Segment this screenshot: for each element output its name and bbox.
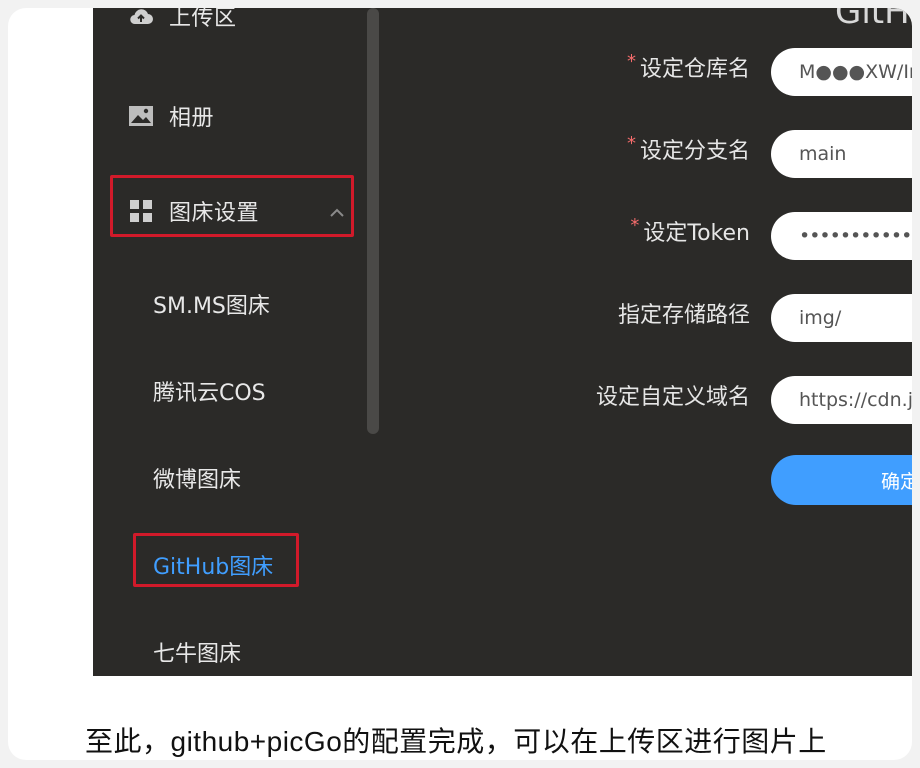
field-label-domain: 设定自定义域名 [595, 385, 750, 410]
sidebar-sub-item-smms[interactable]: SM.MS图床 [153, 288, 270, 320]
sidebar-item-upload[interactable]: 上传区 [127, 8, 237, 32]
sidebar: 上传区 相册 图床设置 SM.MS图床 腾讯云COS 微博图床 GitHub图床… [93, 8, 383, 676]
field-label-branch: * 设定分支名 [626, 133, 750, 164]
sidebar-item-album[interactable]: 相册 [127, 100, 214, 132]
sidebar-sub-item-qiniu[interactable]: 七牛图床 [153, 636, 241, 668]
confirm-button[interactable]: 确定 [771, 455, 912, 505]
page-title: GitHu [835, 8, 912, 32]
article-caption: 至此，github+picGo的配置完成，可以在上传区进行图片上 [85, 726, 827, 757]
branch-name-input[interactable]: main [771, 130, 912, 178]
picgo-screenshot: 上传区 相册 图床设置 SM.MS图床 腾讯云COS 微博图床 GitHub图床… [93, 8, 912, 676]
sidebar-item-label: 上传区 [169, 8, 237, 31]
field-label-repo: * 设定仓库名 [626, 51, 750, 82]
token-input[interactable]: •••••••••••••••••• [771, 212, 912, 260]
repo-name-input[interactable]: M●●●XW/Ima [771, 48, 912, 96]
field-label-token: * 设定Token [630, 215, 750, 246]
chevron-up-icon[interactable] [329, 199, 345, 224]
sidebar-item-picbed-settings[interactable]: 图床设置 [127, 195, 347, 227]
sidebar-item-label: 图床设置 [169, 201, 260, 226]
sidebar-sub-item-github[interactable]: GitHub图床 [153, 549, 273, 581]
article-card: 上传区 相册 图床设置 SM.MS图床 腾讯云COS 微博图床 GitHub图床… [8, 8, 912, 760]
custom-domain-input[interactable]: https://cdn.jsd [771, 376, 912, 424]
sidebar-scrollbar[interactable] [367, 8, 379, 434]
sidebar-sub-item-tencent-cos[interactable]: 腾讯云COS [153, 375, 266, 407]
storage-path-input[interactable]: img/ [771, 294, 912, 342]
cloud-upload-icon [127, 8, 155, 28]
sidebar-sub-item-weibo[interactable]: 微博图床 [153, 462, 241, 494]
grid-icon [127, 199, 155, 223]
sidebar-item-label: 相册 [169, 106, 215, 131]
image-icon [127, 104, 155, 128]
field-label-path: 指定存储路径 [617, 303, 750, 328]
